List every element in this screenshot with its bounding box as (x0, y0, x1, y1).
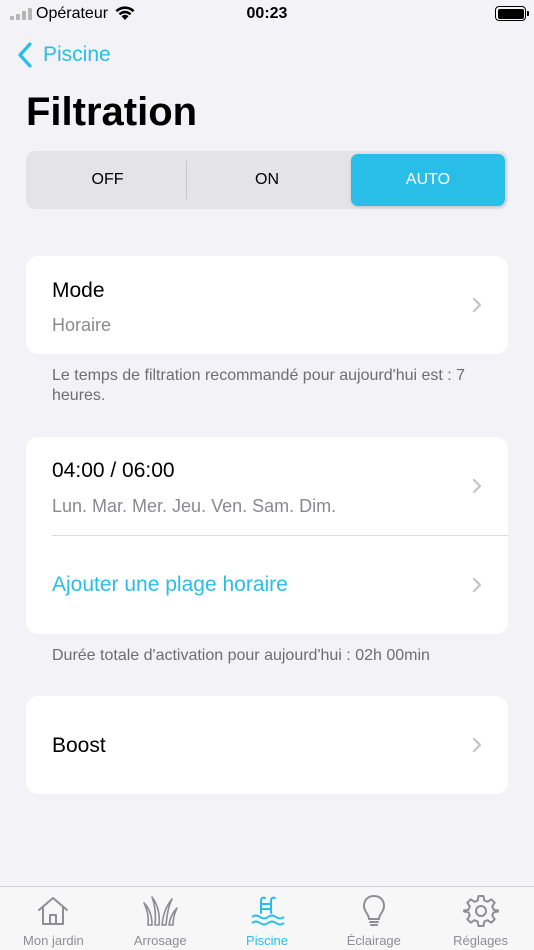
tab-piscine[interactable]: Piscine (214, 887, 321, 950)
tab-mon-jardin[interactable]: Mon jardin (0, 887, 107, 950)
tab-bar: Mon jardin Arrosage Piscine Éclairage Ré… (0, 886, 534, 950)
back-label: Piscine (43, 43, 111, 66)
segment-on[interactable]: ON (186, 154, 348, 206)
grass-icon (143, 896, 178, 926)
segment-auto[interactable]: AUTO (351, 154, 505, 206)
filtration-mode-segmented-control: OFF ON AUTO (26, 151, 508, 209)
add-time-slot-row[interactable]: Ajouter une plage horaire (26, 536, 508, 634)
time-slot-days: Lun. Mar. Mer. Jeu. Ven. Sam. Dim. (52, 496, 337, 516)
house-icon (38, 897, 69, 925)
chevron-right-icon (472, 737, 482, 753)
tab-reglages[interactable]: Réglages (427, 887, 534, 950)
boost-row[interactable]: Boost (26, 696, 508, 794)
add-time-slot-label: Ajouter une plage horaire (52, 573, 288, 596)
tab-label: Éclairage (346, 933, 401, 948)
mode-footnote: Le temps de filtration recommandé pour a… (52, 367, 466, 404)
mode-row[interactable]: Mode Horaire (26, 256, 508, 354)
mode-card: Mode Horaire (26, 256, 508, 354)
boost-card: Boost (26, 696, 508, 794)
tab-eclairage[interactable]: Éclairage (320, 887, 427, 950)
schedule-footnote: Durée totale d'activation pour aujourd'h… (52, 647, 430, 664)
time-slot-hours: 04:00 / 06:00 (52, 459, 175, 482)
pool-icon (251, 896, 285, 926)
tab-label: Mon jardin (23, 933, 84, 948)
mode-value: Horaire (52, 315, 112, 335)
schedule-card: 04:00 / 06:00 Lun. Mar. Mer. Jeu. Ven. S… (26, 437, 508, 634)
chevron-left-icon (18, 42, 32, 68)
back-button[interactable]: Piscine (16, 40, 111, 70)
tab-label: Arrosage (133, 933, 187, 948)
chevron-right-icon (472, 478, 482, 494)
status-bar: Opérateur 00:23 (0, 0, 534, 30)
tab-label: Réglages (453, 933, 509, 948)
chevron-right-icon (472, 577, 482, 593)
tab-label: Piscine (246, 933, 288, 948)
battery-icon (495, 6, 529, 21)
segment-off[interactable]: OFF (29, 154, 186, 206)
chevron-right-icon (472, 297, 482, 313)
time-slot-row[interactable]: 04:00 / 06:00 Lun. Mar. Mer. Jeu. Ven. S… (26, 437, 508, 535)
mode-title: Mode (52, 279, 105, 302)
page-title: Filtration (26, 90, 198, 134)
lightbulb-icon (362, 895, 385, 926)
status-time: 00:23 (246, 5, 288, 22)
tab-arrosage[interactable]: Arrosage (107, 887, 214, 950)
gear-icon (462, 895, 499, 927)
boost-title: Boost (52, 734, 106, 757)
